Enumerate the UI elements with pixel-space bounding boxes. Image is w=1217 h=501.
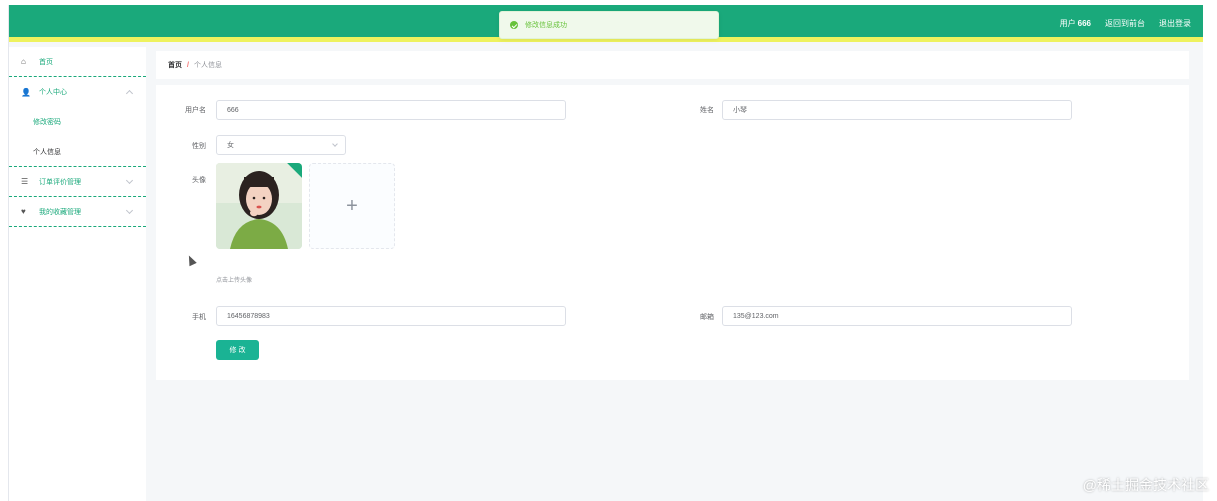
chevron-up-icon bbox=[125, 89, 134, 98]
logout-link[interactable]: 退出登录 bbox=[1159, 18, 1191, 29]
user-icon: 👤 bbox=[21, 87, 31, 97]
breadcrumb-separator: / bbox=[187, 61, 189, 69]
name-label: 姓名 bbox=[700, 107, 714, 114]
list-icon: ☰ bbox=[21, 177, 29, 186]
username-value: 666 bbox=[227, 106, 239, 114]
breadcrumb: 首页 / 个人信息 bbox=[156, 51, 1189, 79]
sidebar-item-label: 个人中心 bbox=[39, 89, 67, 96]
pin-icon: ♥ bbox=[21, 207, 26, 216]
profile-form-card: 用户名 666 姓名 小琴 性别 女 头像 + 点击上传头像 手机 164568… bbox=[156, 85, 1189, 380]
watermark: @稀土掘金技术社区 bbox=[1082, 477, 1209, 493]
sidebar-item-label: 首页 bbox=[39, 58, 53, 66]
sidebar-item-personal-info[interactable]: 个人信息 bbox=[9, 137, 146, 167]
name-value: 小琴 bbox=[733, 107, 747, 114]
sidebar-item-favorites[interactable]: ♥ 我的收藏管理 bbox=[9, 197, 146, 227]
avatar-image bbox=[216, 163, 302, 249]
current-user: 用户 666 bbox=[1060, 18, 1091, 29]
gender-select[interactable]: 女 bbox=[216, 135, 346, 155]
app-frame: 用户 666 返回到前台 退出登录 修改信息成功 ⌂ 首页 👤 个人中心 修改密码… bbox=[8, 5, 1203, 501]
email-value: 135@123.com bbox=[733, 312, 779, 320]
chevron-down-icon bbox=[332, 141, 338, 147]
avatar-preview[interactable] bbox=[216, 163, 302, 249]
success-check-icon bbox=[510, 21, 518, 29]
username-label: 用户名 bbox=[185, 107, 206, 114]
sidebar-item-change-password[interactable]: 修改密码 bbox=[9, 107, 146, 137]
home-icon: ⌂ bbox=[21, 57, 26, 66]
breadcrumb-home[interactable]: 首页 bbox=[168, 60, 182, 70]
phone-value: 16456878983 bbox=[227, 312, 270, 320]
breadcrumb-current: 个人信息 bbox=[193, 62, 222, 69]
name-input[interactable]: 小琴 bbox=[722, 100, 1072, 120]
chevron-down-icon bbox=[125, 176, 134, 185]
chevron-down-icon bbox=[125, 206, 134, 215]
phone-label: 手机 bbox=[192, 314, 206, 321]
user-label: 用户 bbox=[1059, 19, 1076, 28]
sidebar: ⌂ 首页 👤 个人中心 修改密码 个人信息 ☰ 订单评价管理 ♥ 我的收藏管理 bbox=[9, 47, 146, 501]
back-to-front-link[interactable]: 返回到前台 bbox=[1105, 18, 1145, 29]
upload-hint: 点击上传头像 bbox=[216, 278, 253, 284]
username-input[interactable]: 666 bbox=[216, 100, 566, 120]
gender-value: 女 bbox=[227, 142, 234, 149]
sidebar-item-home[interactable]: ⌂ 首页 bbox=[9, 47, 146, 77]
header-actions: 用户 666 返回到前台 退出登录 bbox=[1060, 5, 1191, 42]
submit-button[interactable]: 修 改 bbox=[216, 340, 259, 360]
user-name: 666 bbox=[1077, 19, 1091, 28]
phone-input[interactable]: 16456878983 bbox=[216, 306, 566, 326]
avatar-label: 头像 bbox=[192, 177, 206, 184]
sidebar-item-label: 我的收藏管理 bbox=[39, 208, 81, 216]
email-input[interactable]: 135@123.com bbox=[722, 306, 1072, 326]
success-toast: 修改信息成功 bbox=[499, 11, 719, 39]
avatar-upload-button[interactable]: + bbox=[309, 163, 395, 249]
sidebar-item-label: 订单评价管理 bbox=[39, 178, 81, 186]
sidebar-item-order-review[interactable]: ☰ 订单评价管理 bbox=[9, 167, 146, 197]
email-label: 邮箱 bbox=[700, 314, 714, 321]
toast-message: 修改信息成功 bbox=[525, 22, 567, 29]
gender-label: 性别 bbox=[192, 143, 206, 150]
sidebar-item-personal-center[interactable]: 👤 个人中心 bbox=[9, 77, 146, 107]
